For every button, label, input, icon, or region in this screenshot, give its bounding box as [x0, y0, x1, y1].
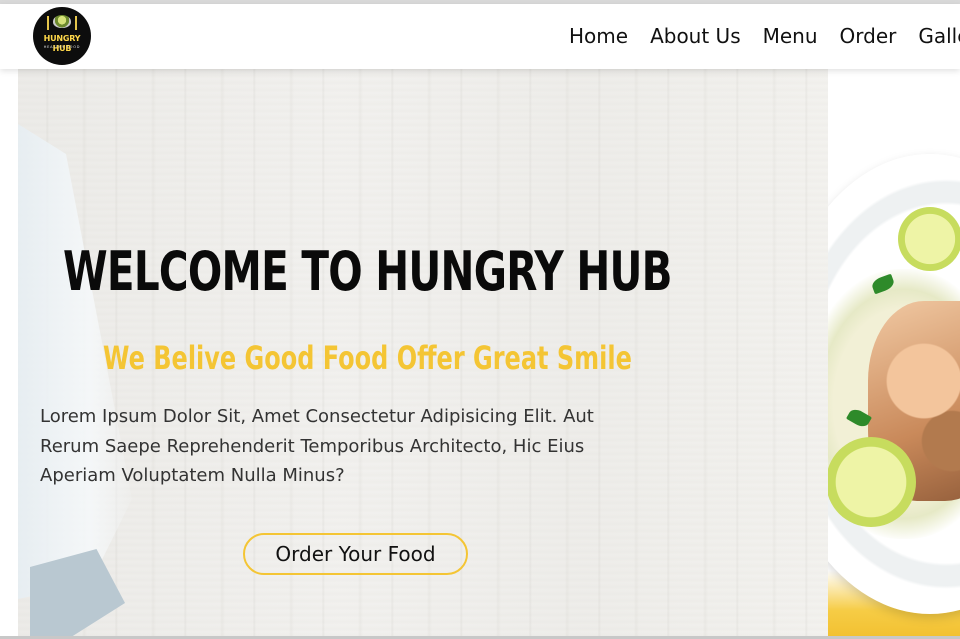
hero-title: WELCOME TO HUNGRY HUB — [63, 240, 672, 303]
lime-slice — [898, 207, 960, 271]
lime-slice — [828, 437, 916, 527]
nav-about-us[interactable]: About Us — [650, 4, 741, 69]
logo[interactable]: HUNGRY HUB HEALTHY FOOD — [33, 7, 91, 65]
order-your-food-button[interactable]: Order Your Food — [243, 533, 468, 575]
main-nav: Home About Us Menu Order Galle — [569, 4, 960, 69]
nav-menu[interactable]: Menu — [763, 4, 818, 69]
plate-icon — [53, 15, 71, 28]
logo-tagline: HEALTHY FOOD — [43, 45, 81, 49]
food-plate-image — [828, 69, 960, 639]
nav-order[interactable]: Order — [840, 4, 897, 69]
nav-home[interactable]: Home — [569, 4, 628, 69]
hero-subtitle: We Belive Good Food Offer Great Smile — [103, 339, 632, 377]
fork-icon — [47, 16, 49, 30]
hero-section: WELCOME TO HUNGRY HUB We Belive Good Foo… — [0, 69, 960, 639]
knife-icon — [75, 16, 77, 30]
logo-brand-text: HUNGRY HUB — [43, 34, 81, 53]
nav-gallery[interactable]: Galle — [918, 4, 960, 69]
navbar: HUNGRY HUB HEALTHY FOOD Home About Us Me… — [0, 4, 960, 69]
hero-description: Lorem Ipsum Dolor Sit, Amet Consectetur … — [40, 406, 594, 486]
